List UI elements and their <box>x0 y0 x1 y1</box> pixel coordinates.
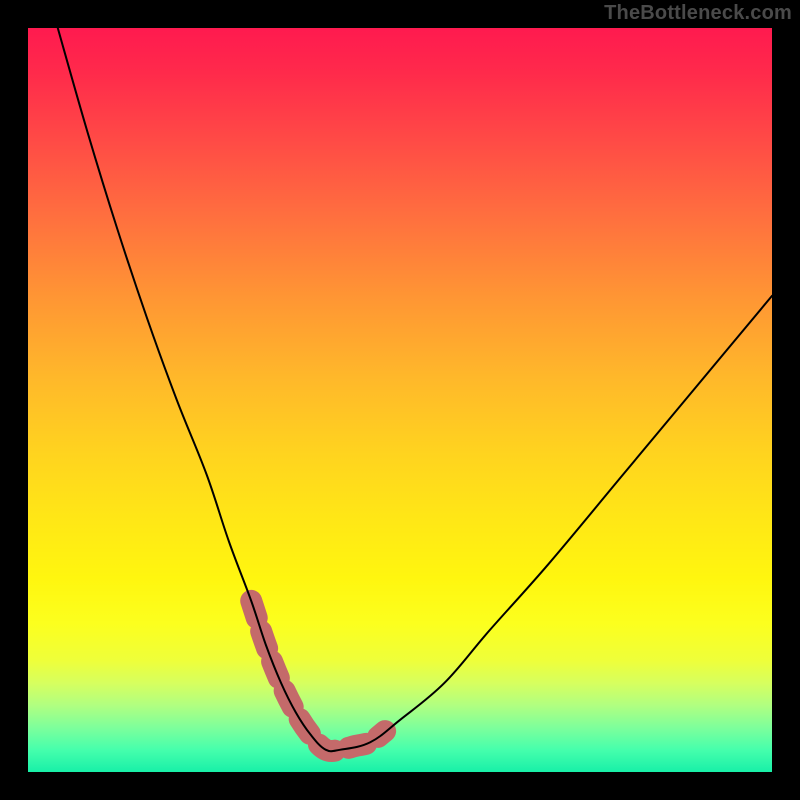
watermark-text: TheBottleneck.com <box>604 2 792 25</box>
optimal-band-path <box>251 601 385 751</box>
bottleneck-curve-path <box>58 28 772 751</box>
chart-frame: TheBottleneck.com <box>0 0 800 800</box>
chart-svg <box>28 28 772 772</box>
plot-area <box>28 28 772 772</box>
